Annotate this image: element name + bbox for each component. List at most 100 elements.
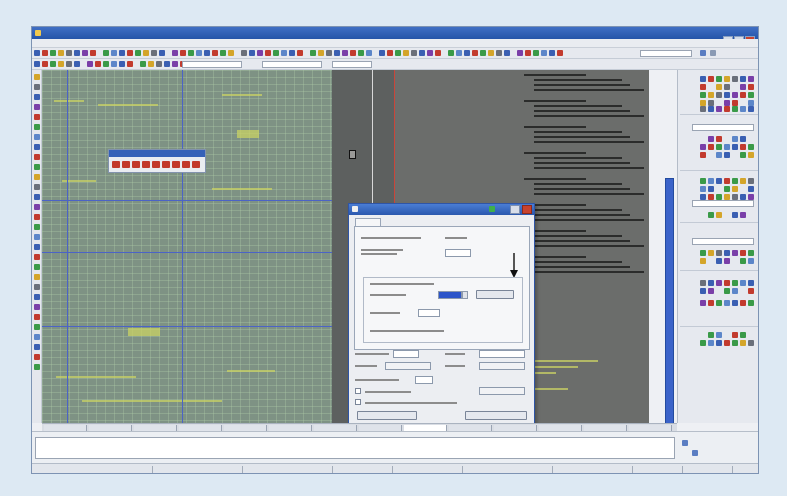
palette-tool-icon[interactable]	[716, 144, 722, 150]
toolbar-tool-icon[interactable]	[180, 50, 186, 56]
offset-field[interactable]	[445, 249, 471, 257]
toolbar-tool-icon[interactable]	[148, 61, 154, 67]
toolbar-tool-icon[interactable]	[127, 50, 133, 56]
palette-tool-icon[interactable]	[732, 178, 738, 184]
spacing-field[interactable]	[418, 309, 440, 317]
palette-tool-icon[interactable]	[748, 300, 754, 306]
reference-field[interactable]	[385, 362, 431, 370]
toolbar-tool-icon[interactable]	[164, 61, 170, 67]
palette-tool-icon[interactable]	[740, 76, 746, 82]
status-segment[interactable]	[332, 466, 333, 473]
palette-tool-icon[interactable]	[708, 300, 714, 306]
toolbar-tool-icon[interactable]	[496, 50, 502, 56]
palette-tool-icon[interactable]	[724, 258, 730, 264]
toolbar-tool-icon[interactable]	[379, 50, 385, 56]
help-icon[interactable]	[700, 50, 706, 56]
palette-tool-icon[interactable]	[740, 300, 746, 306]
toolbar-tool-icon[interactable]	[103, 50, 109, 56]
palette-tool-icon[interactable]	[740, 84, 746, 90]
spinner-icon[interactable]	[462, 291, 468, 299]
toolbar-tool-icon[interactable]	[541, 50, 547, 56]
preview-button[interactable]	[476, 290, 514, 299]
palette-tool-icon[interactable]	[716, 92, 722, 98]
toolbar-tool-icon[interactable]	[74, 61, 80, 67]
toolbar-tool-icon[interactable]	[119, 61, 125, 67]
palette-tool-icon[interactable]	[740, 340, 746, 346]
toolbar-tool-icon[interactable]	[557, 50, 563, 56]
palette-tool-icon[interactable]	[748, 186, 754, 192]
palette-tool-icon[interactable]	[724, 178, 730, 184]
toolbar-tool-icon[interactable]	[504, 50, 510, 56]
palette-tool-icon[interactable]	[732, 340, 738, 346]
draw-tool-icon[interactable]	[34, 124, 40, 130]
palette-tool-icon[interactable]	[748, 288, 754, 294]
title-bar[interactable]	[32, 27, 758, 44]
palette-tool-icon[interactable]	[724, 84, 730, 90]
toolbar-tool-icon[interactable]	[289, 50, 295, 56]
toolbar-tool-icon[interactable]	[172, 50, 178, 56]
toolbar-tool-icon[interactable]	[464, 50, 470, 56]
toolbar-tool-icon[interactable]	[135, 50, 141, 56]
toolbar-tool-icon[interactable]	[273, 50, 279, 56]
palette-tool-icon[interactable]	[716, 300, 722, 306]
palette-tool-icon[interactable]	[708, 92, 714, 98]
draw-tool-icon[interactable]	[34, 194, 40, 200]
palette-tool-icon[interactable]	[708, 194, 714, 200]
toolbar-tool-icon[interactable]	[42, 50, 48, 56]
palette-tool-icon[interactable]	[740, 152, 746, 158]
palette-tool-icon[interactable]	[748, 92, 754, 98]
toolbar-tool-icon[interactable]	[419, 50, 425, 56]
palette-tool-icon[interactable]	[732, 332, 738, 338]
palette-tool-icon[interactable]	[748, 106, 754, 112]
palette-tool-icon[interactable]	[748, 340, 754, 346]
toolbar-tool-icon[interactable]	[50, 61, 56, 67]
toolbar-tool-icon[interactable]	[172, 61, 178, 67]
toolbar-tool-icon[interactable]	[326, 50, 332, 56]
palette-tool-icon[interactable]	[732, 194, 738, 200]
palette-tool-icon[interactable]	[700, 106, 706, 112]
palette-tool-icon[interactable]	[748, 152, 754, 158]
toolbar-tool-icon[interactable]	[127, 61, 133, 67]
draw-tool-icon[interactable]	[34, 224, 40, 230]
palette-tool-icon[interactable]	[700, 76, 706, 82]
palette-tool-icon[interactable]	[732, 136, 738, 142]
tool-icon[interactable]	[112, 161, 120, 168]
toolbar-tool-icon[interactable]	[249, 50, 255, 56]
draw-tool-icon[interactable]	[34, 294, 40, 300]
option-checkbox[interactable]	[355, 399, 361, 405]
palette-tool-icon[interactable]	[740, 106, 746, 112]
toolbar-tool-icon[interactable]	[34, 50, 40, 56]
palette-tool-icon[interactable]	[700, 178, 706, 184]
palette-tool-icon[interactable]	[708, 250, 714, 256]
toolbar-tool-icon[interactable]	[140, 61, 146, 67]
draw-tool-icon[interactable]	[34, 84, 40, 90]
palette-tool-icon[interactable]	[708, 212, 714, 218]
palette-tool-icon[interactable]	[708, 106, 714, 112]
palette-tool-icon[interactable]	[732, 280, 738, 286]
dialog-button[interactable]	[357, 411, 417, 420]
palette-tool-icon[interactable]	[700, 250, 706, 256]
toolbar-tool-icon[interactable]	[366, 50, 372, 56]
draw-tool-icon[interactable]	[34, 134, 40, 140]
toolbar-tool-icon[interactable]	[427, 50, 433, 56]
palette-tool-icon[interactable]	[700, 340, 706, 346]
palette-tool-icon[interactable]	[732, 212, 738, 218]
palette-tool-icon[interactable]	[748, 258, 754, 264]
vertical-palette-tab[interactable]	[665, 178, 674, 426]
palette-tool-icon[interactable]	[748, 194, 754, 200]
draw-tool-icon[interactable]	[34, 354, 40, 360]
toolbar-tool-icon[interactable]	[350, 50, 356, 56]
status-segment[interactable]	[632, 466, 633, 473]
draw-tool-icon[interactable]	[34, 244, 40, 250]
toolbar-tool-icon[interactable]	[42, 61, 48, 67]
draw-tool-icon[interactable]	[34, 334, 40, 340]
toolbar-tool-icon[interactable]	[533, 50, 539, 56]
count-field[interactable]	[415, 376, 433, 384]
tool-icon[interactable]	[172, 161, 180, 168]
toolbar-tool-icon[interactable]	[318, 50, 324, 56]
palette-tool-icon[interactable]	[716, 332, 722, 338]
palette-tool-icon[interactable]	[716, 258, 722, 264]
lineweight-selector[interactable]	[332, 61, 372, 68]
palette-tool-icon[interactable]	[708, 136, 714, 142]
command-line-input[interactable]	[35, 437, 675, 459]
